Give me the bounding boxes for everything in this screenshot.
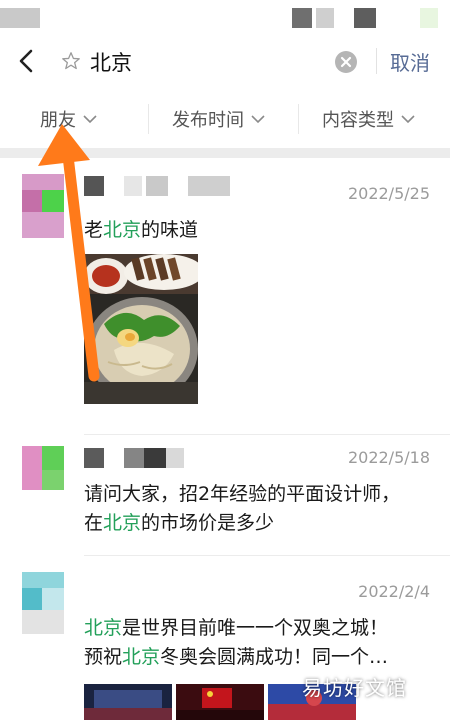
avatar[interactable] bbox=[22, 446, 64, 490]
text-line: 在北京的市场价是多少 bbox=[84, 509, 434, 538]
search-input[interactable]: 北京 bbox=[90, 47, 132, 77]
chevron-left-icon[interactable] bbox=[14, 46, 38, 76]
filter-label: 朋友 bbox=[40, 110, 76, 131]
list-item[interactable]: 2022/5/18 请问大家，招2年经验的平面设计师， 在北京的市场价是多少 bbox=[0, 436, 450, 556]
avatar[interactable] bbox=[22, 572, 64, 634]
chevron-down-icon bbox=[401, 115, 415, 124]
keyword-highlight: 北京 bbox=[122, 646, 161, 668]
keyword-highlight: 北京 bbox=[103, 219, 142, 241]
status-blur bbox=[292, 8, 312, 28]
text-line: 北京是世界目前唯一一个双奥之城！ bbox=[84, 614, 434, 643]
divider bbox=[148, 104, 149, 134]
divider bbox=[84, 434, 450, 435]
username-blurred bbox=[84, 176, 234, 196]
divider bbox=[376, 48, 377, 74]
post-text: 北京是世界目前唯一一个双奥之城！ 预祝北京冬奥会圆满成功！同一个… bbox=[84, 614, 434, 672]
star-outline-icon bbox=[62, 52, 80, 70]
list-item[interactable]: 2022/5/25 老北京的味道 bbox=[0, 158, 450, 436]
filter-label: 内容类型 bbox=[322, 110, 394, 131]
text: 的市场价是多少 bbox=[141, 512, 275, 534]
status-bar bbox=[0, 0, 450, 36]
keyword-highlight: 北京 bbox=[103, 512, 142, 534]
chevron-down-icon bbox=[83, 115, 97, 124]
text: 是世界目前唯一一个双奥之城！ bbox=[122, 617, 389, 639]
text: 在 bbox=[84, 512, 104, 534]
watermark: 易坊好文馆 bbox=[302, 676, 407, 700]
text: 冬奥会圆满成功！同一个… bbox=[160, 646, 389, 668]
text: 老 bbox=[84, 219, 104, 241]
post-text: 老北京的味道 bbox=[84, 216, 434, 245]
cancel-button[interactable]: 取消 bbox=[390, 47, 430, 76]
filter-publish-time[interactable]: 发布时间 bbox=[172, 106, 266, 132]
post-text: 请问大家，招2年经验的平面设计师， 在北京的市场价是多少 bbox=[84, 480, 434, 538]
post-date: 2022/5/18 bbox=[347, 448, 430, 467]
status-blur bbox=[316, 8, 334, 28]
username-blurred bbox=[84, 448, 194, 468]
avatar[interactable] bbox=[22, 174, 64, 238]
post-photo[interactable] bbox=[84, 684, 172, 720]
status-blur bbox=[0, 8, 40, 28]
status-blur bbox=[420, 8, 438, 28]
text: 的味道 bbox=[141, 219, 199, 241]
clear-circle-icon[interactable] bbox=[334, 50, 358, 74]
filter-bar: 朋友 发布时间 内容类型 bbox=[0, 90, 450, 148]
text-line: 预祝北京冬奥会圆满成功！同一个… bbox=[84, 643, 434, 672]
keyword-highlight: 北京 bbox=[84, 617, 123, 639]
chevron-down-icon bbox=[251, 115, 265, 124]
filter-label: 发布时间 bbox=[172, 110, 244, 131]
text: 请问大家，招2年经验的平面设计师， bbox=[84, 483, 401, 505]
filter-content-type[interactable]: 内容类型 bbox=[322, 106, 416, 132]
text: 预祝 bbox=[84, 646, 123, 668]
post-date: 2022/5/25 bbox=[347, 184, 430, 203]
divider bbox=[298, 104, 299, 134]
search-bar: 北京 取消 bbox=[0, 36, 450, 88]
post-photo[interactable] bbox=[176, 684, 264, 720]
status-blur bbox=[354, 8, 376, 28]
section-separator bbox=[0, 148, 450, 158]
post-date: 2022/2/4 bbox=[358, 582, 430, 601]
post-photo[interactable] bbox=[84, 254, 198, 404]
filter-friends[interactable]: 朋友 bbox=[40, 106, 98, 132]
